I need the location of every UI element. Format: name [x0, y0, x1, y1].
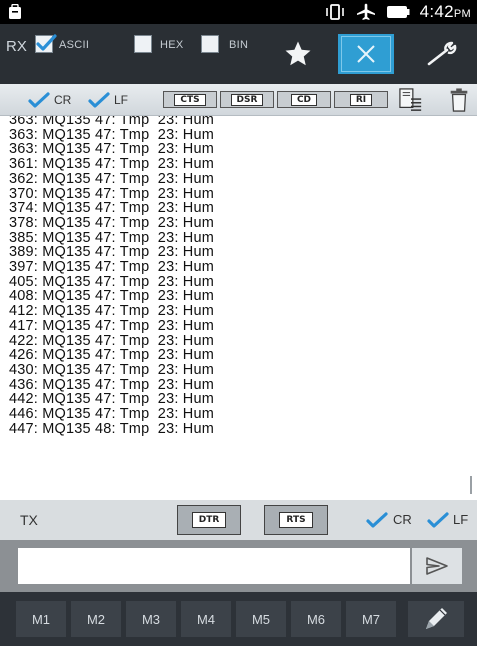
wrench-icon — [427, 41, 457, 66]
send-input[interactable] — [18, 548, 410, 584]
terminal-line: 430: MQ135 47: Tmp 23: Hum — [9, 361, 215, 378]
cd-label: CD — [290, 93, 318, 106]
dsr-indicator: DSR — [220, 91, 274, 108]
cr-label: CR — [54, 93, 72, 107]
trash-icon[interactable] — [446, 88, 472, 112]
close-icon — [357, 45, 375, 63]
terminal-line: 417: MQ135 47: Tmp 23: Hum — [9, 317, 215, 334]
cd-indicator: CD — [277, 91, 331, 108]
terminal-line: 374: MQ135 47: Tmp 23: Hum — [9, 200, 215, 217]
cr-checkmark-icon[interactable] — [28, 92, 50, 108]
tx-cr-checkmark-icon[interactable] — [366, 512, 388, 528]
lf-label: LF — [114, 93, 129, 107]
clock-time: 4:42 — [419, 2, 454, 21]
terminal-line: 446: MQ135 47: Tmp 23: Hum — [9, 406, 215, 423]
macro-bar: M1 M2 M3 M4 M5 M6 M7 — [0, 592, 477, 646]
ascii-label: ASCII — [59, 39, 90, 51]
tx-lf-checkmark-icon[interactable] — [427, 512, 449, 528]
tx-lf-label: LF — [453, 512, 469, 527]
status-bar: 4:42PM — [0, 0, 477, 24]
terminal-lines: 363: MQ135 47: Tmp 23: Hum 363: MQ135 47:… — [0, 116, 477, 436]
terminal-line: 426: MQ135 47: Tmp 23: Hum — [9, 347, 215, 364]
terminal-line: 397: MQ135 47: Tmp 23: Hum — [9, 259, 215, 276]
pencil-icon — [426, 608, 447, 629]
macro-label: M5 — [251, 611, 271, 627]
dtr-label: DTR — [191, 512, 227, 528]
terminal-line: 405: MQ135 47: Tmp 23: Hum — [9, 273, 215, 290]
hex-label: HEX — [160, 39, 184, 51]
cts-indicator: CTS — [163, 91, 217, 108]
clock-ampm: PM — [453, 8, 471, 20]
rx-label: RX — [6, 38, 27, 55]
send-button[interactable] — [412, 548, 462, 584]
terminal-line: 408: MQ135 47: Tmp 23: Hum — [9, 288, 215, 305]
ri-indicator: RI — [334, 91, 388, 108]
scrollbar[interactable] — [470, 476, 472, 494]
macro-button-m1[interactable]: M1 — [16, 601, 66, 637]
ascii-checkbox[interactable] — [35, 34, 57, 53]
airplane-mode-icon — [356, 3, 375, 20]
dtr-button[interactable]: DTR — [177, 505, 241, 535]
star-icon — [285, 41, 311, 66]
terminal-line: 385: MQ135 47: Tmp 23: Hum — [9, 229, 215, 246]
macro-label: M6 — [306, 611, 326, 627]
favorite-button[interactable] — [270, 34, 326, 74]
vibrate-icon — [325, 4, 344, 20]
send-icon — [426, 557, 448, 575]
macro-button-m7[interactable]: M7 — [346, 601, 396, 637]
terminal-line: 363: MQ135 47: Tmp 23: Hum — [9, 141, 215, 158]
terminal-line: 363: MQ135 47: Tmp 23: Hum — [9, 116, 215, 128]
macro-label: M1 — [31, 611, 51, 627]
terminal-line: 378: MQ135 47: Tmp 23: Hum — [9, 214, 215, 231]
macro-label: M4 — [196, 611, 216, 627]
notification-icon — [9, 4, 21, 19]
lf-checkmark-icon[interactable] — [88, 92, 110, 108]
settings-button[interactable] — [414, 34, 470, 74]
terminal-line: 412: MQ135 47: Tmp 23: Hum — [9, 303, 215, 320]
macro-button-m4[interactable]: M4 — [181, 601, 231, 637]
rx-toolbar: RX ASCII HEX BIN — [0, 24, 477, 84]
bin-checkbox[interactable] — [201, 35, 219, 53]
send-row — [0, 540, 477, 592]
rts-label: RTS — [279, 512, 313, 528]
macro-button-m3[interactable]: M3 — [126, 601, 176, 637]
terminal-line: 389: MQ135 47: Tmp 23: Hum — [9, 244, 215, 261]
log-file-icon[interactable] — [398, 88, 424, 112]
hex-checkbox[interactable] — [134, 35, 152, 53]
dsr-label: DSR — [230, 93, 264, 106]
terminal-line: 363: MQ135 47: Tmp 23: Hum — [9, 126, 215, 143]
terminal-line: 362: MQ135 47: Tmp 23: Hum — [9, 170, 215, 187]
checkmark-icon — [36, 34, 57, 51]
bin-label: BIN — [229, 39, 249, 51]
battery-icon — [386, 6, 410, 18]
macro-button-m5[interactable]: M5 — [236, 601, 286, 637]
macro-label: M2 — [86, 611, 106, 627]
rts-button[interactable]: RTS — [264, 505, 328, 535]
ri-label: RI — [349, 93, 373, 106]
receive-terminal[interactable]: 363: MQ135 47: Tmp 23: Hum 363: MQ135 47:… — [0, 116, 477, 500]
cts-label: CTS — [174, 93, 206, 106]
edit-macros-button[interactable] — [408, 601, 464, 637]
macro-button-m2[interactable]: M2 — [71, 601, 121, 637]
signals-bar: CR LF CTS DSR CD RI — [0, 84, 477, 116]
terminal-line: 447: MQ135 48: Tmp 23: Hum — [9, 420, 215, 437]
tx-cr-label: CR — [393, 512, 412, 527]
terminal-line: 436: MQ135 47: Tmp 23: Hum — [9, 376, 215, 393]
clock: 4:42PM — [420, 2, 471, 22]
terminal-line: 442: MQ135 47: Tmp 23: Hum — [9, 391, 215, 408]
macro-label: M3 — [141, 611, 161, 627]
terminal-line: 422: MQ135 47: Tmp 23: Hum — [9, 332, 215, 349]
tx-bar: TX DTR RTS CR LF — [0, 500, 477, 540]
terminal-line: 370: MQ135 47: Tmp 23: Hum — [9, 185, 215, 202]
macro-button-m6[interactable]: M6 — [291, 601, 341, 637]
macro-label: M7 — [361, 611, 381, 627]
tx-label: TX — [20, 512, 38, 528]
terminal-line: 361: MQ135 47: Tmp 23: Hum — [9, 156, 215, 173]
clear-button[interactable] — [338, 34, 394, 74]
